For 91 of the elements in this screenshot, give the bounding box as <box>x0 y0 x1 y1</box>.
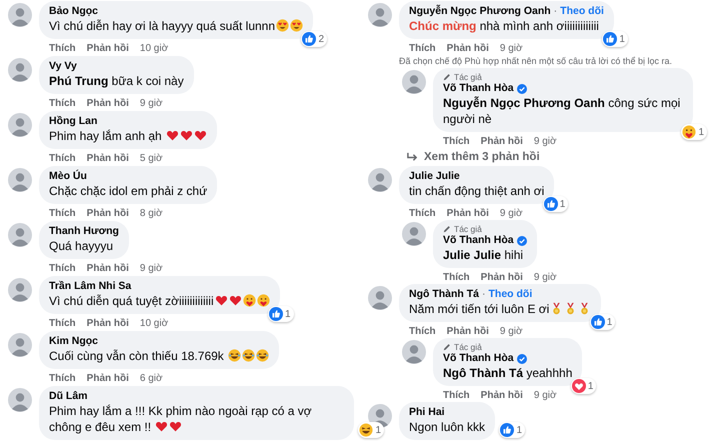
timestamp[interactable]: 9 giờ <box>140 97 163 110</box>
comment-text: Ngon luôn kkk <box>409 419 486 435</box>
reply-link[interactable]: Phản hồi <box>480 135 523 148</box>
comment-text: Vì chú diễn quá tuyệt zờiiiiiiiiiiiii <box>49 293 270 309</box>
author-name[interactable]: Ngô Thành Tá <box>409 288 479 301</box>
separator-dot: · <box>554 5 558 18</box>
author-name[interactable]: Vy Vy <box>49 60 77 73</box>
like-link[interactable]: Thích <box>49 42 76 55</box>
mention-link[interactable]: Nguyễn Ngọc Phương Oanh <box>443 96 605 110</box>
mention-link[interactable]: Ngô Thành Tá <box>443 366 523 380</box>
like-link[interactable]: Thích <box>443 389 470 402</box>
reply-link[interactable]: Phản hồi <box>86 317 129 330</box>
timestamp[interactable]: 9 giờ <box>500 207 523 220</box>
reply-link[interactable]: Phản hồi <box>446 325 489 338</box>
mention-link[interactable]: Julie Julie <box>443 248 502 262</box>
reaction-count[interactable]: 1 <box>681 124 707 140</box>
reaction-count[interactable]: 1 <box>499 422 526 438</box>
comment-text: Phú Trung bữa k coi này <box>49 73 184 89</box>
author-name[interactable]: Trần Lâm Nhi Sa <box>49 280 132 293</box>
reply-link[interactable]: Phản hồi <box>480 271 523 284</box>
like-link[interactable]: Thích <box>409 42 436 55</box>
author-name[interactable]: Mèo Úu <box>49 170 87 183</box>
comment-text: Julie Julie hihi <box>443 247 524 263</box>
author-name[interactable]: Kim Ngọc <box>49 335 98 348</box>
reaction-count[interactable]: 2 <box>301 31 328 47</box>
comment-text: Phim hay lắm a !!! Kk phim nào ngoài rạp có a vợ chông e đêu xem !! <box>49 403 313 435</box>
author-name[interactable]: Võ Thanh Hòa <box>443 352 514 365</box>
author-name[interactable]: Võ Thanh Hòa <box>443 234 514 247</box>
timestamp[interactable]: 10 giờ <box>140 317 168 330</box>
reply-link[interactable]: Phản hồi <box>86 42 129 55</box>
author-name[interactable]: Julie Julie <box>409 170 460 183</box>
author-tag: Tác giả <box>454 72 482 82</box>
like-link[interactable]: Thích <box>49 372 76 385</box>
timestamp[interactable]: 9 giờ <box>534 389 557 402</box>
comment-text: Chúc mừng nhà mình anh ơiiiiiiiiiiiii <box>409 18 600 34</box>
timestamp[interactable]: 9 giờ <box>500 42 523 55</box>
comment-text: Phim hay lắm anh ạh <box>49 128 208 144</box>
follow-link[interactable]: Theo dõi <box>560 5 604 18</box>
like-link[interactable]: Thích <box>409 207 436 220</box>
follow-link[interactable]: Theo dõi <box>488 288 532 301</box>
reaction-count[interactable]: 1 <box>542 196 568 212</box>
author-name[interactable]: Nguyễn Ngọc Phương Oanh <box>409 5 551 18</box>
separator-dot: · <box>482 288 486 301</box>
author-name[interactable]: Hồng Lan <box>49 115 98 128</box>
timestamp[interactable]: 9 giờ <box>500 325 523 338</box>
timestamp[interactable]: 9 giờ <box>534 271 557 284</box>
like-link[interactable]: Thích <box>49 207 76 220</box>
timestamp[interactable]: 5 giờ <box>140 152 163 165</box>
author-name[interactable]: Thanh Hương <box>49 225 119 238</box>
author-tag: Tác giả <box>454 342 482 352</box>
reply-link[interactable]: Phản hồi <box>86 152 129 165</box>
comment-text: Quá hayyyu <box>49 238 114 254</box>
reaction-count[interactable]: 1 <box>358 422 384 438</box>
filter-note: Đã chọn chế độ Phù hợp nhất nên một số câu trả lời có thể bị lọc ra. <box>399 55 673 67</box>
like-link[interactable]: Thích <box>49 262 76 275</box>
reaction-count[interactable]: 1 <box>602 31 628 47</box>
comment-text: tin chấn động thiệt anh ơi <box>409 183 544 199</box>
like-link[interactable]: Thích <box>49 152 76 165</box>
reaction-count[interactable]: 1 <box>570 378 596 394</box>
reply-link[interactable]: Phản hồi <box>86 372 129 385</box>
like-link[interactable]: Thích <box>443 271 470 284</box>
timestamp[interactable]: 9 giờ <box>534 135 557 148</box>
more-replies-link[interactable]: Xem thêm 3 phản hồi <box>406 150 720 164</box>
timestamp[interactable]: 8 giờ <box>140 207 163 220</box>
like-link[interactable]: Thích <box>49 97 76 110</box>
comment-text: Ngô Thành Tá yeahhhh <box>443 365 572 381</box>
reaction-count[interactable]: 1 <box>268 306 294 322</box>
comment-text: Cuối cùng vẫn còn thiếu 18.769k <box>49 348 270 364</box>
comment-text: Vì chú diễn hay ơi là hayyy quá suất lunnn <box>49 18 304 34</box>
author-name[interactable]: Phi Hai <box>409 406 445 419</box>
like-link[interactable]: Thích <box>443 135 470 148</box>
comment-text: Nguyễn Ngọc Phương Oanh công sức mọi người nè <box>443 95 682 127</box>
reply-link[interactable]: Phản hồi <box>86 262 129 275</box>
like-link[interactable]: Thích <box>409 325 436 338</box>
reply-link[interactable]: Phản hồi <box>86 207 129 220</box>
reply-link[interactable]: Phản hồi <box>446 207 489 220</box>
author-name[interactable]: Dũ Lâm <box>49 390 88 403</box>
comment-text: Chặc chặc idol em phải z chứ <box>49 183 208 199</box>
timestamp[interactable]: 9 giờ <box>140 262 163 275</box>
author-tag: Tác giả <box>454 224 482 234</box>
timestamp[interactable]: 6 giờ <box>140 372 163 385</box>
comment-text: Năm mới tiến tới luôn E ơi <box>409 301 592 317</box>
like-link[interactable]: Thích <box>49 317 76 330</box>
reply-link[interactable]: Phản hồi <box>446 42 489 55</box>
mention-link[interactable]: Phú Trung <box>49 74 108 88</box>
reply-link[interactable]: Phản hồi <box>86 97 129 110</box>
reaction-count[interactable]: 1 <box>590 314 616 330</box>
author-name[interactable]: Bảo Ngọc <box>49 5 98 18</box>
author-name[interactable]: Võ Thanh Hòa <box>443 82 514 95</box>
reply-link[interactable]: Phản hồi <box>480 389 523 402</box>
timestamp[interactable]: 10 giờ <box>140 42 168 55</box>
